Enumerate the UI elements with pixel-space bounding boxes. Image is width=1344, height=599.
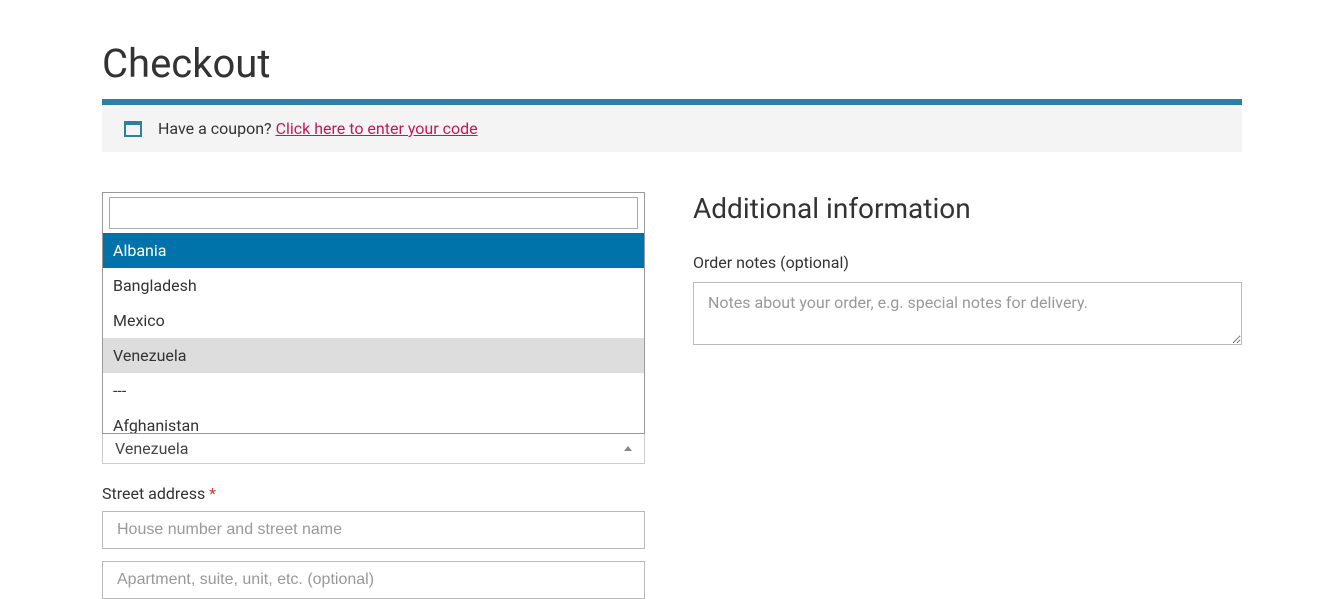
country-option[interactable]: Afghanistan <box>103 408 644 433</box>
chevron-up-icon <box>624 446 632 451</box>
country-selected-value: Venezuela <box>115 439 188 458</box>
order-notes-label: Order notes (optional) <box>693 253 1242 272</box>
country-dropdown[interactable]: AlbaniaBangladeshMexicoVenezuela---Afgha… <box>102 192 645 434</box>
street-address-2-input[interactable] <box>102 561 645 599</box>
coupon-link[interactable]: Click here to enter your code <box>276 119 478 138</box>
street-label-text: Street address <box>102 484 205 503</box>
country-option[interactable]: --- <box>103 373 644 408</box>
street-address-label: Street address * <box>102 484 645 503</box>
order-notes-textarea[interactable] <box>693 282 1242 345</box>
coupon-text-wrapper: Have a coupon? Click here to enter your … <box>158 119 478 138</box>
required-mark: * <box>209 484 216 503</box>
street-address-group: Street address * <box>102 484 645 599</box>
country-option[interactable]: Bangladesh <box>103 268 644 303</box>
additional-info-title: Additional information <box>693 192 1242 225</box>
country-selected-display[interactable]: Venezuela <box>102 434 645 464</box>
street-address-input[interactable] <box>102 511 645 549</box>
country-option-list[interactable]: AlbaniaBangladeshMexicoVenezuela---Afgha… <box>103 233 644 433</box>
country-option[interactable]: Albania <box>103 233 644 268</box>
calendar-icon <box>124 121 142 137</box>
country-option[interactable]: Mexico <box>103 303 644 338</box>
country-search-input[interactable] <box>109 197 638 229</box>
billing-column: AlbaniaBangladeshMexicoVenezuela---Afgha… <box>102 192 645 599</box>
additional-column: Additional information Order notes (opti… <box>693 192 1242 599</box>
page-title: Checkout <box>102 40 1242 87</box>
country-option[interactable]: Venezuela <box>103 338 644 373</box>
coupon-notice: Have a coupon? Click here to enter your … <box>102 102 1242 152</box>
coupon-prompt: Have a coupon? <box>158 119 272 138</box>
